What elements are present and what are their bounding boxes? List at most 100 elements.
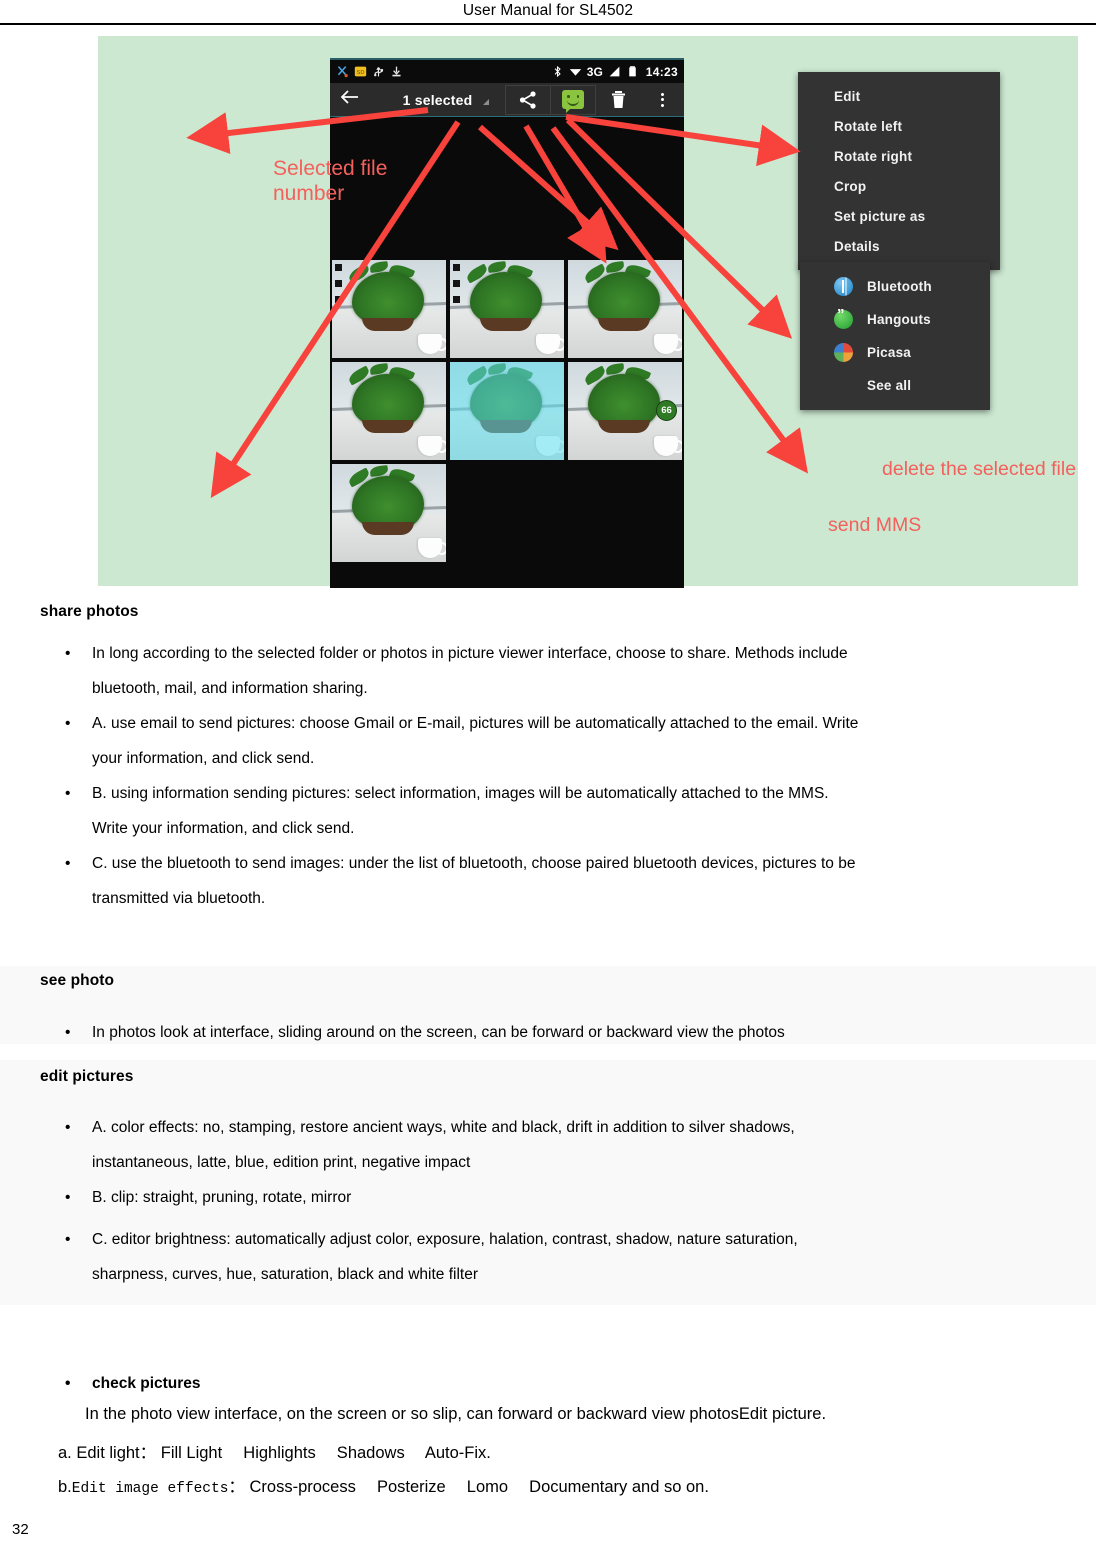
scissors-icon bbox=[337, 66, 348, 78]
photo-thumbnail[interactable] bbox=[332, 464, 446, 562]
picasa-app-icon bbox=[834, 343, 853, 362]
clock-label: 14:23 bbox=[645, 64, 678, 79]
photo-thumbnail-selected[interactable] bbox=[450, 362, 564, 460]
selection-count-label: 1 selected bbox=[370, 92, 505, 108]
android-status-bar: SD 3G 14:23 bbox=[330, 60, 684, 83]
sd-card-icon: SD bbox=[354, 66, 367, 77]
header-divider bbox=[0, 23, 1096, 25]
header-title: User Manual for SL4502 bbox=[462, 2, 634, 19]
lettered-marker-b: b. bbox=[58, 1478, 72, 1496]
trash-icon bbox=[611, 91, 625, 108]
section-heading-see-photo: see photo bbox=[40, 972, 115, 989]
phone-screenshot: SD 3G 14:23 1 selected 66 bbox=[330, 58, 684, 588]
menu-item-set-picture-as[interactable]: Set picture as bbox=[798, 202, 1000, 232]
menu-item-crop[interactable]: Crop bbox=[798, 172, 1000, 202]
overflow-menu-button[interactable] bbox=[640, 92, 684, 107]
overflow-popup-menu: Edit Rotate left Rotate right Crop Set p… bbox=[798, 72, 1000, 270]
photo-thumbnail[interactable] bbox=[332, 362, 446, 460]
share-item-label: See all bbox=[867, 378, 912, 393]
screenshot-figure: SD 3G 14:23 1 selected 66 Edit Rotate le… bbox=[98, 36, 1078, 588]
annotation-selected-file-number: Selected file number bbox=[273, 157, 388, 205]
list-item: • C. editor brightness: automatically adj… bbox=[65, 1222, 1075, 1292]
section-heading-share-photos: share photos bbox=[40, 603, 139, 620]
section-heading-edit-pictures: edit pictures bbox=[40, 1068, 134, 1085]
photo-grid: 66 bbox=[332, 260, 682, 566]
list-item-text: C. editor brightness: automatically adju… bbox=[92, 1231, 798, 1248]
overflow-menu-icon bbox=[660, 92, 664, 107]
list-item-text-cont: transmitted via bluetooth. bbox=[92, 890, 266, 907]
share-item-hangouts[interactable]: Hangouts bbox=[800, 303, 990, 336]
list-item: • B. clip: straight, pruning, rotate, mir… bbox=[65, 1189, 352, 1206]
film-sprocket-marks bbox=[453, 264, 460, 312]
chevron-down-icon bbox=[483, 98, 489, 105]
list-item-text: In photos look at interface, sliding aro… bbox=[92, 1024, 785, 1041]
hangouts-app-icon bbox=[834, 306, 853, 329]
bluetooth-icon bbox=[554, 65, 561, 78]
list-item-text: C. use the bluetooth to send images: und… bbox=[92, 855, 856, 872]
list-item: • In long according to the selected folde… bbox=[65, 636, 1075, 706]
list-item-text-cont: your information, and click send. bbox=[92, 750, 315, 767]
delete-button[interactable] bbox=[596, 90, 640, 109]
list-item-text-cont: bluetooth, mail, and information sharing… bbox=[92, 680, 368, 697]
wifi-icon bbox=[569, 69, 581, 76]
lettered-marker-a: a. bbox=[58, 1444, 72, 1462]
film-sprocket-marks bbox=[335, 264, 342, 312]
photo-thumbnail[interactable]: 66 bbox=[568, 362, 682, 460]
list-item-text: A. use email to send pictures: choose Gm… bbox=[92, 715, 859, 732]
page-number: 32 bbox=[12, 1521, 29, 1538]
photo-thumbnail[interactable] bbox=[568, 260, 682, 358]
lettered-values-b: Cross-process Posterize Lomo Documentary… bbox=[249, 1478, 709, 1496]
battery-icon bbox=[629, 66, 636, 77]
page-header: User Manual for SL4502 bbox=[0, 0, 1096, 24]
list-item-text-cont: instantaneous, latte, blue, edition prin… bbox=[92, 1154, 471, 1171]
share-icon bbox=[519, 90, 536, 109]
mms-icon bbox=[562, 90, 584, 113]
photo-thumbnail[interactable] bbox=[450, 260, 564, 358]
annotation-send-mms: send MMS bbox=[828, 514, 922, 536]
menu-item-details[interactable]: Details bbox=[798, 232, 1000, 262]
photo-grid-row bbox=[332, 464, 682, 562]
back-arrow-icon[interactable] bbox=[330, 89, 370, 110]
annotation-delete-selected-file: delete the selected file bbox=[882, 458, 1077, 480]
share-item-label: Picasa bbox=[867, 345, 911, 360]
menu-item-edit[interactable]: Edit bbox=[798, 82, 1000, 112]
photo-thumbnail[interactable] bbox=[332, 260, 446, 358]
list-item: • B. using information sending pictures: … bbox=[65, 776, 1075, 846]
list-item: • A. use email to send pictures: choose G… bbox=[65, 706, 1075, 776]
photo-count-badge: 66 bbox=[656, 400, 677, 421]
list-item-text: B. using information sending pictures: s… bbox=[92, 785, 829, 802]
share-item-bluetooth[interactable]: Bluetooth bbox=[800, 270, 990, 303]
selection-count-text: 1 selected bbox=[402, 91, 473, 108]
list-item-text: B. clip: straight, pruning, rotate, mirr… bbox=[92, 1189, 352, 1206]
check-pictures-heading: check pictures bbox=[92, 1375, 201, 1392]
list-item-check-pictures: • check pictures bbox=[65, 1375, 201, 1392]
list-item-text: A. color effects: no, stamping, restore … bbox=[92, 1119, 795, 1136]
lettered-label-b: Edit image effects bbox=[71, 1481, 229, 1497]
share-item-see-all[interactable]: See all bbox=[800, 369, 990, 402]
menu-item-rotate-left[interactable]: Rotate left bbox=[798, 112, 1000, 142]
status-bar-left-icons: SD bbox=[336, 65, 403, 78]
bluetooth-app-icon bbox=[834, 277, 853, 296]
list-item: • C. use the bluetooth to send images: un… bbox=[65, 846, 1075, 916]
download-icon bbox=[392, 66, 401, 77]
lettered-label-a: Edit light： bbox=[76, 1444, 157, 1462]
lettered-values-a: Fill Light Highlights Shadows Auto-Fix. bbox=[160, 1444, 491, 1462]
lettered-item-b: b.Edit image effects： Cross-process Post… bbox=[58, 1472, 709, 1505]
menu-item-rotate-right[interactable]: Rotate right bbox=[798, 142, 1000, 172]
photo-grid-row: 66 bbox=[332, 362, 682, 460]
share-item-label: Bluetooth bbox=[867, 279, 932, 294]
network-type-label: 3G bbox=[586, 64, 603, 79]
check-pictures-intro: In the photo view interface, on the scre… bbox=[85, 1405, 827, 1423]
status-bar-right-icons: 3G 14:23 bbox=[551, 65, 678, 79]
usb-icon bbox=[374, 67, 384, 77]
share-button[interactable] bbox=[505, 84, 550, 115]
svg-text:SD: SD bbox=[357, 70, 365, 76]
share-item-label: Hangouts bbox=[867, 312, 931, 327]
lettered-item-a: a. Edit light： Fill Light Highlights Sha… bbox=[58, 1438, 491, 1469]
list-item-text-cont: Write your information, and click send. bbox=[92, 820, 355, 837]
list-item: • A. color effects: no, stamping, restore… bbox=[65, 1110, 1075, 1180]
list-item: • In photos look at interface, sliding ar… bbox=[65, 1024, 785, 1041]
list-item-text-cont: sharpness, curves, hue, saturation, blac… bbox=[92, 1266, 478, 1283]
send-mms-button[interactable] bbox=[550, 84, 596, 115]
share-item-picasa[interactable]: Picasa bbox=[800, 336, 990, 369]
